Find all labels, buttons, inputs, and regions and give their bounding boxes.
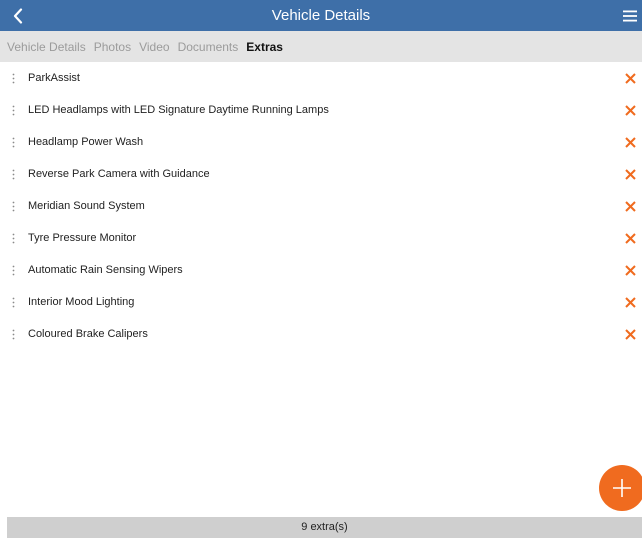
back-button[interactable] (4, 0, 32, 31)
remove-button[interactable] (622, 102, 638, 118)
menu-button[interactable] (618, 0, 642, 31)
list-item-label: Tyre Pressure Monitor (28, 232, 137, 244)
drag-handle-icon[interactable] (6, 62, 21, 94)
list-item-label: Coloured Brake Calipers (28, 328, 148, 340)
drag-handle-icon[interactable] (6, 286, 21, 318)
tab-photos[interactable]: Photos (94, 40, 131, 54)
remove-button[interactable] (622, 198, 638, 214)
add-extra-button[interactable] (599, 465, 642, 511)
close-icon (624, 104, 636, 116)
close-icon (624, 200, 636, 212)
list-item-label: Interior Mood Lighting (28, 296, 135, 308)
remove-button[interactable] (622, 166, 638, 182)
list-item: Headlamp Power Wash (0, 126, 642, 158)
remove-button[interactable] (622, 294, 638, 310)
list-item-label: Headlamp Power Wash (28, 136, 144, 148)
drag-handle-icon[interactable] (6, 94, 21, 126)
list-item: Meridian Sound System (0, 190, 642, 222)
list-item: Tyre Pressure Monitor (0, 222, 642, 254)
list-item: Reverse Park Camera with Guidance (0, 158, 642, 190)
drag-handle-icon[interactable] (6, 318, 21, 350)
list-item: Automatic Rain Sensing Wipers (0, 254, 642, 286)
title-bar: Vehicle Details (0, 0, 642, 31)
drag-handle-icon[interactable] (6, 254, 21, 286)
close-icon (624, 232, 636, 244)
tab-bar: Vehicle Details Photos Video Documents E… (0, 31, 642, 62)
list-item: Interior Mood Lighting (0, 286, 642, 318)
drag-handle-icon[interactable] (6, 126, 21, 158)
extras-list: ParkAssist LED Headlamps with LED Signat… (0, 62, 642, 350)
tab-extras[interactable]: Extras (246, 40, 283, 54)
close-icon (624, 168, 636, 180)
drag-handle-icon[interactable] (6, 158, 21, 190)
remove-button[interactable] (622, 70, 638, 86)
remove-button[interactable] (622, 134, 638, 150)
plus-icon (613, 479, 631, 497)
close-icon (624, 328, 636, 340)
list-item-label: LED Headlamps with LED Signature Daytime… (28, 104, 329, 116)
close-icon (624, 264, 636, 276)
list-item-label: ParkAssist (28, 72, 80, 84)
remove-button[interactable] (622, 262, 638, 278)
list-item-label: Automatic Rain Sensing Wipers (28, 264, 183, 276)
tab-vehicle-details[interactable]: Vehicle Details (7, 40, 86, 54)
list-item-label: Reverse Park Camera with Guidance (28, 168, 210, 180)
list-item: LED Headlamps with LED Signature Daytime… (0, 94, 642, 126)
list-item: ParkAssist (0, 62, 642, 94)
close-icon (624, 296, 636, 308)
remove-button[interactable] (622, 230, 638, 246)
remove-button[interactable] (622, 326, 638, 342)
close-icon (624, 72, 636, 84)
drag-handle-icon[interactable] (6, 222, 21, 254)
extras-count-label: 9 extra(s) (301, 521, 348, 533)
chevron-left-icon (13, 7, 23, 24)
hamburger-menu-icon (623, 10, 637, 21)
drag-handle-icon[interactable] (6, 190, 21, 222)
extras-count-bar: 9 extra(s) (7, 517, 642, 538)
list-item-label: Meridian Sound System (28, 200, 145, 212)
list-item: Coloured Brake Calipers (0, 318, 642, 350)
page-title: Vehicle Details (271, 7, 371, 24)
close-icon (624, 136, 636, 148)
tab-documents[interactable]: Documents (178, 40, 239, 54)
tab-video[interactable]: Video (139, 40, 169, 54)
